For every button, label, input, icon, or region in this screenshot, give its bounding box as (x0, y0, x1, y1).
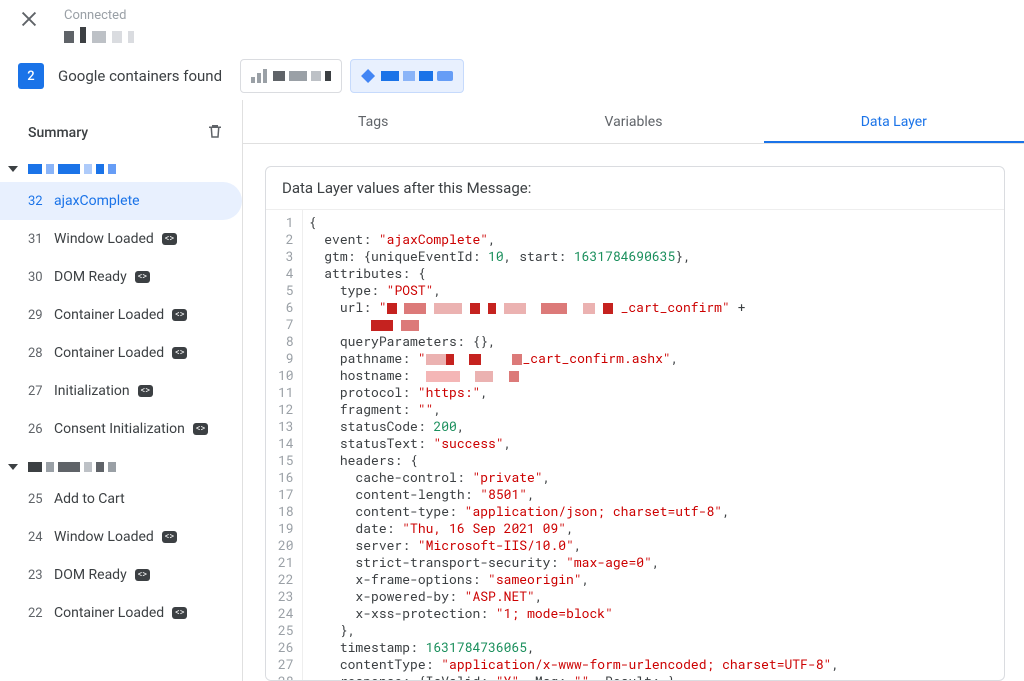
event-index: 32 (28, 194, 50, 209)
clear-icon[interactable] (206, 122, 224, 144)
sidebar: Summary 32 ajaxComplete 31 (0, 100, 243, 681)
code-chip-icon: <> (172, 309, 187, 321)
event-32-ajaxcomplete[interactable]: 32 ajaxComplete (0, 182, 242, 220)
bars-icon (251, 69, 267, 83)
code-chip-icon: <> (172, 607, 187, 619)
code-chip-icon: <> (193, 423, 208, 435)
event-26-consent-initialization[interactable]: 26 Consent Initialization <> (0, 410, 242, 448)
group-toggle-2[interactable] (0, 454, 242, 480)
tab-variables[interactable]: Variables (503, 100, 763, 143)
event-30-dom-ready[interactable]: 30 DOM Ready <> (0, 258, 242, 296)
event-22-container-loaded[interactable]: 22 Container Loaded <> (0, 594, 242, 632)
code-block: 1234567891011121314151617181920212223242… (266, 209, 1004, 681)
tab-data-layer[interactable]: Data Layer (764, 100, 1024, 143)
connection-status: Connected (64, 8, 134, 43)
code-chip-icon: <> (172, 347, 187, 359)
data-layer-card: Data Layer values after this Message: 12… (265, 166, 1005, 681)
tab-tags[interactable]: Tags (243, 100, 503, 143)
event-25-add-to-cart[interactable]: 25 Add to Cart (0, 480, 242, 518)
code-chip-icon: <> (162, 531, 177, 543)
summary-heading[interactable]: Summary (28, 125, 88, 141)
event-24-window-loaded[interactable]: 24 Window Loaded <> (0, 518, 242, 556)
event-29-container-loaded[interactable]: 29 Container Loaded <> (0, 296, 242, 334)
card-title: Data Layer values after this Message: (266, 167, 1004, 209)
event-28-container-loaded[interactable]: 28 Container Loaded <> (0, 334, 242, 372)
event-label: ajaxComplete (54, 193, 140, 209)
event-31-window-loaded[interactable]: 31 Window Loaded <> (0, 220, 242, 258)
container-count-badge: 2 (18, 63, 44, 89)
gtm-icon (361, 69, 375, 83)
event-23-dom-ready[interactable]: 23 DOM Ready <> (0, 556, 242, 594)
code-chip-icon: <> (135, 569, 150, 581)
code-chip-icon: <> (162, 233, 177, 245)
event-27-initialization[interactable]: 27 Initialization <> (0, 372, 242, 410)
tabs: Tags Variables Data Layer (243, 100, 1024, 144)
group-toggle-1[interactable] (0, 156, 242, 182)
code-source[interactable]: { event: "ajaxComplete", gtm: {uniqueEve… (303, 210, 840, 681)
connection-status-label: Connected (64, 8, 134, 23)
code-chip-icon: <> (135, 271, 150, 283)
line-numbers: 1234567891011121314151617181920212223242… (266, 210, 303, 681)
analytics-chip[interactable] (240, 59, 342, 93)
caret-down-icon (8, 464, 18, 470)
gtm-chip[interactable] (350, 59, 464, 93)
caret-down-icon (8, 166, 18, 172)
page-title: Google containers found (58, 67, 222, 85)
close-icon[interactable] (18, 8, 40, 34)
code-chip-icon: <> (138, 385, 153, 397)
